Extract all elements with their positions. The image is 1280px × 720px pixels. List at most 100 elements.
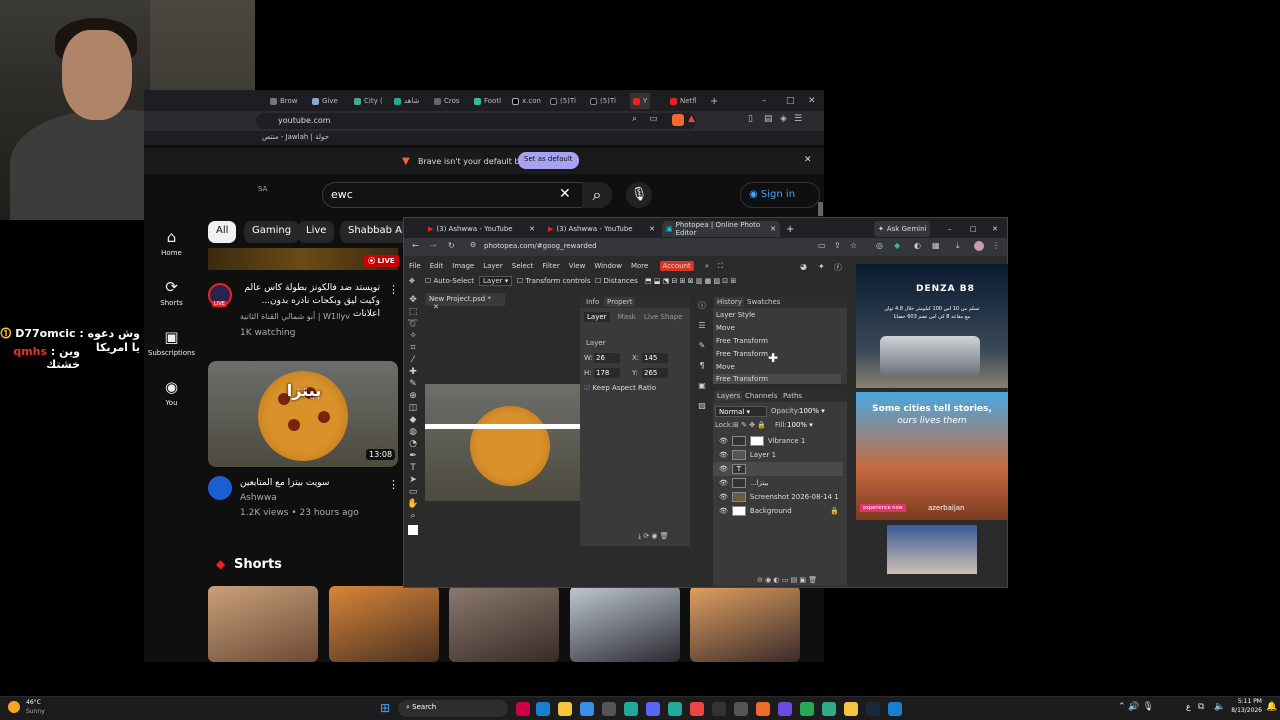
tab-swatches[interactable]: Swatches — [747, 298, 780, 306]
app-icon[interactable] — [580, 702, 594, 716]
facebook-icon[interactable]: ⓕ — [834, 262, 842, 273]
brave-icon[interactable] — [756, 702, 770, 716]
short-thumbnail[interactable] — [449, 586, 559, 662]
forward-icon[interactable]: → — [430, 241, 437, 250]
layers-footer-icons[interactable]: ⊝ ◉ ◐ ▭ ▤ ▣ 🗑 — [757, 576, 817, 584]
history-item[interactable]: Layer Style — [713, 309, 841, 322]
canvas-image[interactable] — [425, 384, 580, 501]
minecraft-icon[interactable] — [822, 702, 836, 716]
close-doc-icon[interactable]: ✕ — [433, 303, 439, 311]
dodge-tool-icon[interactable]: ◔ — [407, 438, 419, 450]
tab-mask[interactable]: Mask — [618, 313, 636, 321]
close-tab-icon[interactable]: ✕ — [770, 225, 776, 233]
healing-tool-icon[interactable]: ✚ — [407, 366, 419, 378]
weather-temp[interactable]: 46°C — [26, 699, 41, 706]
chip-live[interactable]: Live — [298, 221, 335, 243]
set-default-button[interactable]: Set as default — [518, 152, 579, 169]
move-tool-icon[interactable]: ✥ — [407, 294, 419, 306]
visibility-eye-icon[interactable]: 👁 — [719, 465, 728, 473]
fill-input[interactable]: 100% ▾ — [787, 421, 813, 429]
browser-tab[interactable]: City ( — [354, 93, 383, 109]
tab-properties[interactable]: Propert — [604, 297, 636, 307]
visibility-eye-icon[interactable]: 👁 — [719, 507, 728, 515]
site-info-icon[interactable]: ⚙ — [470, 241, 476, 249]
menu-filter[interactable]: Filter — [542, 262, 559, 270]
pen-tool-icon[interactable]: ✒ — [407, 450, 419, 462]
ad-banner-denza[interactable]: DENZA B8 تسلم من 10 اس 100 كيلومتر خلال … — [856, 264, 1008, 388]
tab-layers[interactable]: Layers — [715, 391, 743, 401]
close-tab-icon[interactable]: ✕ — [529, 225, 535, 233]
lock-icons[interactable]: ⊞ ✎ ✥ 🔒 — [733, 421, 766, 429]
menu-select[interactable]: Select — [512, 262, 534, 270]
reload-icon[interactable]: ↻ — [448, 241, 455, 250]
close-window-icon[interactable]: ✕ — [988, 221, 1002, 237]
app-icon[interactable] — [800, 702, 814, 716]
align-icons[interactable]: ⬒ ⬓ ⬔ ⊟ ⊞ ⊠ ▥ ▦ ▧ ⊡ ⊞ — [645, 277, 736, 285]
app-icon[interactable] — [516, 702, 530, 716]
app-icon[interactable] — [734, 702, 748, 716]
paragraph-icon[interactable]: ¶ — [694, 356, 710, 376]
tab-channels[interactable]: Channels — [745, 392, 777, 400]
brave-rewards-icon[interactable]: ▲ — [688, 114, 695, 124]
short-thumbnail[interactable] — [329, 586, 439, 662]
tab-layer[interactable]: Layer — [584, 312, 610, 322]
menu-icon[interactable]: ⋮ — [992, 241, 1000, 250]
image-icon[interactable]: ▨ — [694, 396, 710, 416]
maximize-icon[interactable]: □ — [966, 221, 981, 237]
history-item[interactable]: Free Transform — [713, 374, 841, 384]
browser-tab[interactable]: Give — [312, 93, 338, 109]
wallet-icon[interactable]: ▤ — [764, 114, 773, 124]
app-icon[interactable] — [844, 702, 858, 716]
magic-wand-icon[interactable]: ✧ — [407, 330, 419, 342]
taskbar-search[interactable]: ⌕ Search — [398, 700, 508, 717]
type-tool-icon[interactable]: T — [407, 462, 419, 474]
browser-tab-active[interactable]: ▣ Photopea | Online Photo Editor ✕ — [662, 221, 780, 237]
menu-image[interactable]: Image — [452, 262, 474, 270]
url-field[interactable]: photopea.com/#goog_rewarded — [484, 242, 597, 250]
extensions-puzzle-icon[interactable]: ▦ — [932, 241, 940, 250]
app-icon[interactable] — [602, 702, 616, 716]
ad-cta-button[interactable]: experience now — [860, 504, 906, 512]
share-icon[interactable]: ⇪ — [834, 241, 841, 250]
transform-controls-checkbox[interactable]: ☐ Transform controls — [517, 277, 590, 285]
chip-gaming[interactable]: Gaming — [244, 221, 300, 243]
sidebar-toggle-icon[interactable]: ▯ — [748, 114, 753, 124]
document-tab[interactable]: New Project.psd * ✕ — [425, 293, 505, 311]
ask-gemini-button[interactable]: ✦ Ask Gemini — [874, 221, 931, 237]
fullscreen-icon[interactable]: ⛶ — [718, 262, 723, 270]
app-icon[interactable] — [624, 702, 638, 716]
layer-row[interactable]: 👁 T — [713, 462, 843, 476]
clock-date[interactable]: 8/13/2026 — [1226, 707, 1262, 714]
keep-aspect-checkbox[interactable]: ☑ Keep Aspect Ratio — [584, 384, 656, 392]
start-windows-icon[interactable]: ⊞ — [380, 701, 390, 715]
crop-tool-icon[interactable]: ⌗ — [407, 342, 419, 354]
maximize-icon[interactable]: □ — [786, 93, 795, 109]
clear-search-icon[interactable]: ✕ — [559, 186, 571, 202]
layer-select-dropdown[interactable]: Layer ▾ — [479, 276, 513, 286]
short-thumbnail[interactable] — [570, 586, 680, 662]
css-icon[interactable]: ▣ — [694, 376, 710, 396]
ad-banner-video[interactable] — [887, 525, 977, 574]
layer-row[interactable]: 👁 Screenshot 2026-08-14 1 — [713, 490, 843, 504]
browser-tab[interactable]: ▶ (3) Ashwwa - YouTube ✕ — [544, 221, 659, 237]
info-icon[interactable]: ⓘ — [694, 296, 710, 316]
channel-avatar[interactable] — [208, 476, 232, 500]
layer-row[interactable]: 👁 Vibrance 1 — [713, 434, 843, 448]
browser-tab[interactable]: Cros — [434, 93, 460, 109]
y-input[interactable]: 265 — [642, 368, 668, 378]
bookmark-star-icon[interactable]: ☆ — [850, 241, 857, 250]
blur-tool-icon[interactable]: ◍ — [407, 426, 419, 438]
layer-row[interactable]: 👁 Layer 1 — [713, 448, 843, 462]
app-icon[interactable] — [712, 702, 726, 716]
visibility-eye-icon[interactable]: 👁 — [719, 493, 728, 501]
new-tab-button[interactable]: + — [710, 93, 718, 109]
cast-icon[interactable]: ▭ — [649, 114, 658, 124]
shape-tool-icon[interactable]: ▭ — [407, 486, 419, 498]
blend-mode-dropdown[interactable]: Normal ▾ — [715, 406, 767, 417]
clone-tool-icon[interactable]: ⊕ — [407, 390, 419, 402]
ad-banner-azerbaijan[interactable]: Some cities tell stories, ours lives the… — [856, 392, 1008, 520]
search-icon[interactable]: ⌕ — [705, 262, 709, 270]
menu-icon[interactable]: ☰ — [794, 114, 802, 124]
height-input[interactable]: 178 — [594, 368, 620, 378]
lasso-tool-icon[interactable]: ➰ — [407, 318, 419, 330]
